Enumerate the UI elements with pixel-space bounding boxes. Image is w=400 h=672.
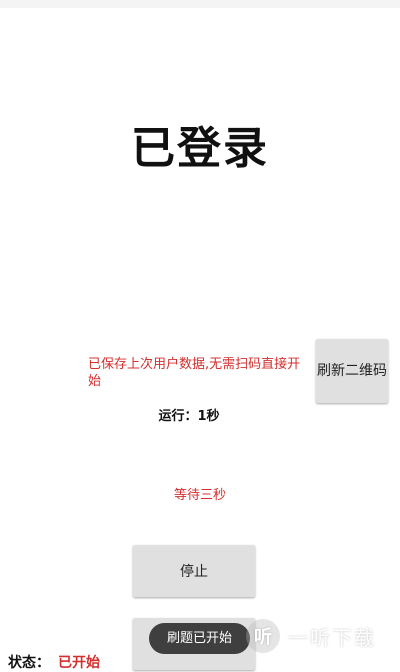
stop-button[interactable]: 停止: [133, 545, 255, 597]
status-row: 状态： 已开始: [8, 652, 100, 672]
status-label: 状态：: [8, 655, 50, 671]
refresh-qrcode-button[interactable]: 刷新二维码: [316, 339, 388, 403]
run-time-label: 运行：1秒: [158, 409, 220, 424]
watermark-logo-icon: 听: [246, 619, 280, 653]
page-title: 已登录: [131, 123, 269, 174]
status-value: 已开始: [58, 655, 100, 671]
wait-message: 等待三秒: [173, 488, 226, 503]
toast-message: 刷题已开始: [149, 623, 250, 654]
watermark-text: 一听下载: [288, 625, 376, 650]
status-bar: [0, 0, 400, 8]
watermark: 听 一听下载: [246, 616, 396, 656]
saved-data-message: 已保存上次用户数据,无需扫码直接开始: [88, 357, 301, 389]
